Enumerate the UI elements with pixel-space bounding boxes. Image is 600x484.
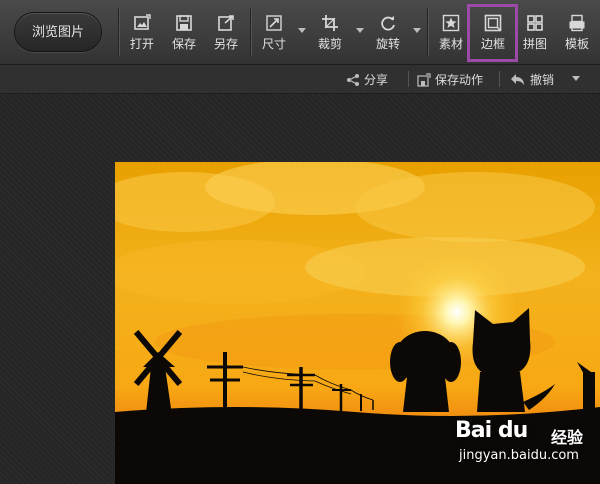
template-label: 模板 [564, 37, 589, 51]
share-icon [347, 74, 359, 86]
rotate-label: 旋转 [375, 37, 400, 51]
browse-images-button[interactable]: 浏览图片 [14, 12, 102, 52]
open-label: 打开 [129, 37, 154, 51]
material-label: 素材 [438, 37, 463, 51]
toolbar-divider [118, 8, 119, 56]
template-icon [569, 14, 585, 32]
save-as-label: 另存 [213, 37, 238, 51]
share-label: 分享 [364, 73, 389, 87]
resize-icon [266, 15, 282, 31]
open-button[interactable]: 打开 [122, 12, 162, 56]
undo-dropdown-caret[interactable] [572, 76, 580, 81]
rotate-icon [381, 16, 395, 31]
action-divider [408, 71, 409, 87]
resize-label: 尺寸 [261, 37, 286, 51]
save-as-icon [218, 15, 234, 31]
save-as-button[interactable]: 另存 [206, 12, 246, 56]
save-icon [176, 15, 192, 31]
baidu-jingyan-watermark: Bai du 经验 jingyan.baidu.com [455, 418, 595, 480]
watermark-url: jingyan.baidu.com [459, 448, 579, 463]
save-action-button[interactable]: 保存动作 [417, 71, 483, 88]
main-toolbar: 浏览图片 打开 保存 另存 尺寸 裁剪 旋转 素材 边框 拼图 模板 [0, 0, 600, 65]
border-highlight-box [467, 4, 518, 62]
rotate-button[interactable]: 旋转 [368, 12, 408, 56]
material-button[interactable]: 素材 [431, 12, 471, 56]
toolbar-divider [427, 8, 428, 56]
toolbar-divider [250, 8, 251, 56]
save-action-icon [417, 73, 431, 87]
undo-button[interactable]: 撤销 [510, 71, 554, 88]
watermark-cn: 经验 [551, 428, 584, 447]
collage-label: 拼图 [522, 37, 547, 51]
resize-dropdown-caret[interactable] [298, 28, 306, 33]
action-divider [499, 71, 500, 87]
save-button[interactable]: 保存 [164, 12, 204, 56]
open-image-icon [134, 14, 151, 30]
crop-icon [322, 15, 338, 31]
grid-icon [527, 15, 543, 31]
crop-label: 裁剪 [317, 37, 342, 51]
rotate-dropdown-caret[interactable] [413, 28, 421, 33]
share-button[interactable]: 分享 [346, 71, 388, 88]
save-label: 保存 [171, 37, 196, 51]
undo-label: 撤销 [530, 73, 555, 87]
star-icon [442, 14, 460, 32]
action-bar: 分享 保存动作 撤销 [0, 65, 600, 94]
watermark-brand: Bai du [455, 418, 528, 443]
crop-dropdown-caret[interactable] [356, 28, 364, 33]
save-action-label: 保存动作 [435, 73, 484, 87]
collage-button[interactable]: 拼图 [515, 12, 555, 56]
resize-button[interactable]: 尺寸 [254, 12, 294, 56]
template-button[interactable]: 模板 [557, 12, 597, 56]
crop-button[interactable]: 裁剪 [310, 12, 350, 56]
undo-icon [511, 74, 524, 85]
